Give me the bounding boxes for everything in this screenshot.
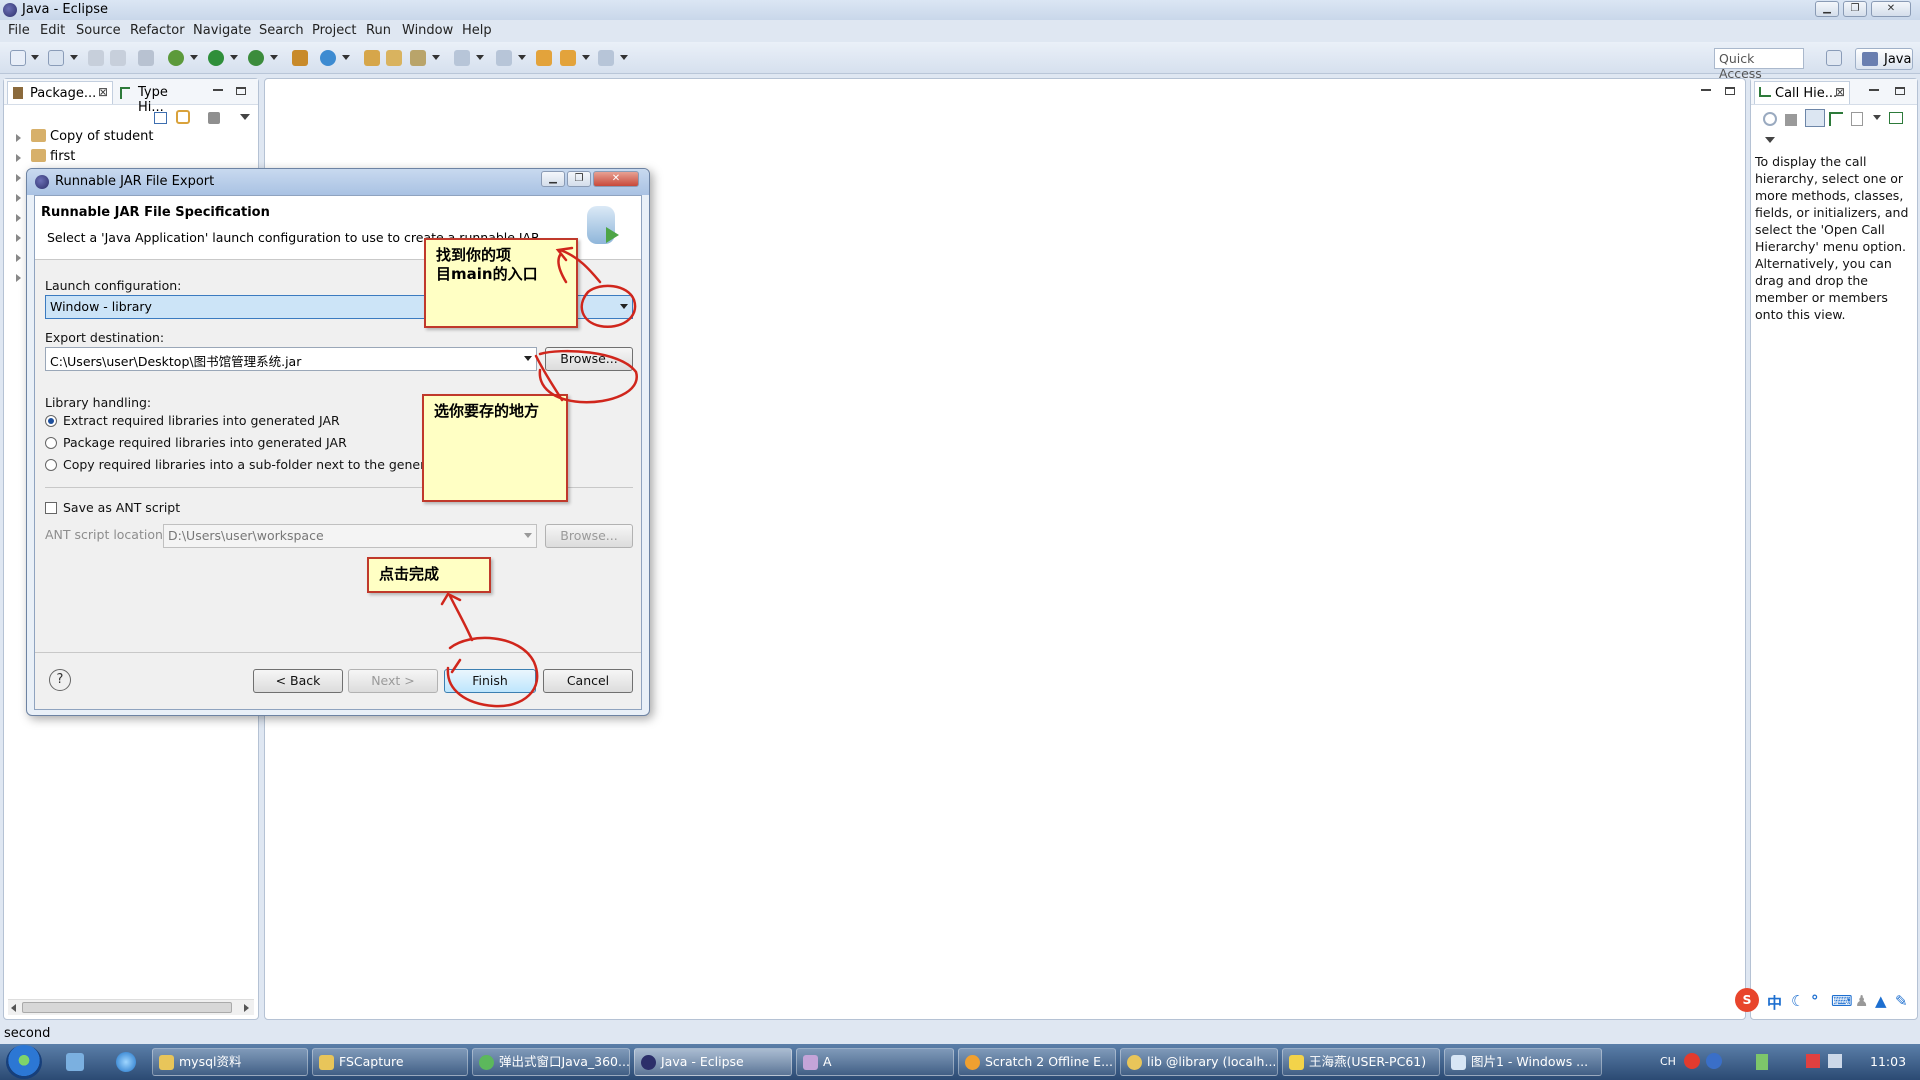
browser-icon — [479, 1055, 494, 1070]
circle-finish — [446, 636, 539, 708]
arrow-finish — [440, 592, 474, 642]
task-scratch[interactable]: Scratch 2 Offline E... — [958, 1048, 1116, 1076]
folder-icon — [319, 1055, 334, 1070]
tray-language[interactable]: CH — [1660, 1055, 1676, 1068]
task-mysql[interactable]: mysql资料 — [152, 1048, 308, 1076]
volume-tray-icon[interactable] — [1828, 1054, 1842, 1068]
eclipse-icon — [641, 1055, 656, 1070]
sogou-logo-icon[interactable]: S — [1735, 988, 1759, 1012]
chat-icon — [1289, 1055, 1304, 1070]
task-picture[interactable]: 图片1 - Windows ... — [1444, 1048, 1602, 1076]
task-label: 王海燕(USER-PC61) — [1309, 1054, 1427, 1069]
app-icon — [803, 1055, 818, 1070]
status-bar: second — [0, 1022, 1920, 1044]
explorer-icon[interactable] — [66, 1053, 84, 1071]
network-tray-icon[interactable] — [1806, 1054, 1820, 1068]
task-label: Java - Eclipse — [661, 1054, 744, 1069]
ie-icon[interactable] — [116, 1052, 136, 1072]
punctuation-icon[interactable]: ° — [1811, 992, 1819, 1010]
task-label: A — [823, 1054, 832, 1069]
scratch-icon — [965, 1055, 980, 1070]
task-label: 弹出式窗口Java_360... — [499, 1054, 630, 1069]
task-label: 图片1 - Windows ... — [1471, 1054, 1589, 1069]
task-eclipse[interactable]: Java - Eclipse — [634, 1048, 792, 1076]
task-browser[interactable]: 弹出式窗口Java_360... — [472, 1048, 630, 1076]
windows-taskbar: mysql资料 FSCapture 弹出式窗口Java_360... Java … — [0, 1044, 1920, 1080]
ime-tray-icon[interactable] — [1684, 1053, 1700, 1069]
user-icon[interactable]: ♟ — [1855, 992, 1868, 1010]
keyboard-icon[interactable]: ⌨ — [1831, 992, 1853, 1010]
ime-toolbar: S 中 ☾ ° ⌨ ♟ ▲ ✎ — [1735, 988, 1920, 1016]
start-button[interactable] — [6, 1045, 42, 1079]
circle-launch-dropdown — [580, 284, 637, 329]
db-icon — [1127, 1055, 1142, 1070]
task-label: lib @library (localh... — [1147, 1054, 1277, 1069]
chinese-mode-icon[interactable]: 中 — [1767, 992, 1782, 1013]
folder-icon — [159, 1055, 174, 1070]
moon-icon[interactable]: ☾ — [1791, 992, 1804, 1010]
circle-browse — [538, 349, 638, 404]
task-qq[interactable]: 王海燕(USER-PC61) — [1282, 1048, 1440, 1076]
arrow-finish-2 — [450, 658, 462, 674]
skin-icon[interactable]: ▲ — [1875, 992, 1887, 1010]
task-label: mysql资料 — [179, 1054, 242, 1069]
tools-icon[interactable]: ✎ — [1895, 992, 1908, 1010]
status-text: second — [4, 1026, 51, 1041]
task-a[interactable]: A — [796, 1048, 954, 1076]
task-label: FSCapture — [339, 1054, 404, 1069]
annotation-strokes — [440, 246, 638, 708]
task-lib[interactable]: lib @library (localh... — [1120, 1048, 1278, 1076]
help-tray-icon[interactable] — [1706, 1053, 1722, 1069]
clock: 11:03 — [1870, 1054, 1907, 1069]
task-fscapture[interactable]: FSCapture — [312, 1048, 468, 1076]
task-label: Scratch 2 Offline E... — [985, 1054, 1114, 1069]
battery-tray-icon[interactable] — [1756, 1054, 1768, 1070]
picture-icon — [1451, 1055, 1466, 1070]
